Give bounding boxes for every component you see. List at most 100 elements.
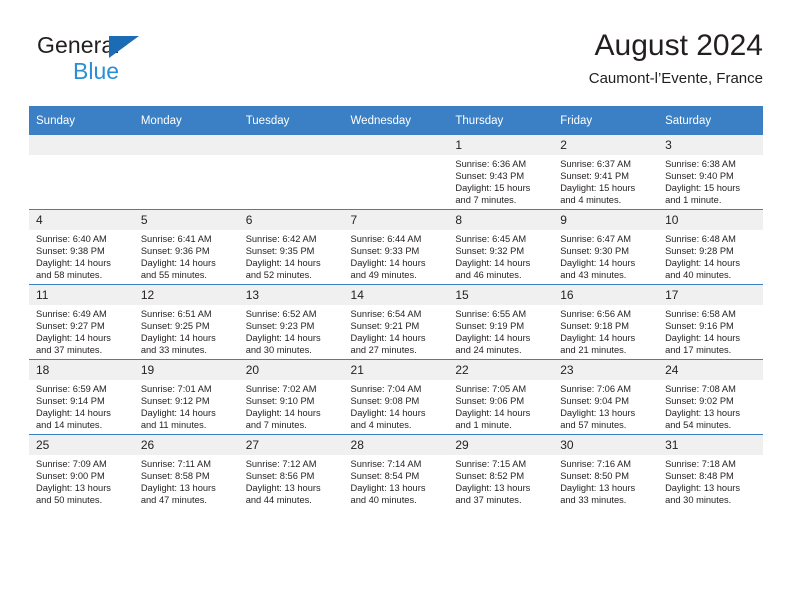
day-number: 20 (238, 360, 344, 380)
sunset-time: Sunset: 9:08 PM (350, 396, 420, 407)
sunrise-time: Sunrise: 6:59 AM (36, 384, 107, 394)
sunrise-time: Sunrise: 6:37 AM (560, 159, 632, 169)
calendar-day-cell[interactable]: 19 Sunrise: 7:01 AM Sunset: 9:12 PM Dayligh… (133, 359, 239, 435)
day-number: 15 (448, 285, 554, 305)
day-number (343, 135, 449, 155)
day-sun-info: Sunrise: 6:37 AM Sunset: 9:41 PM Daylight:… (553, 155, 658, 206)
daylight-minutes: and 4 minutes. (350, 420, 412, 431)
daylight-hours: Daylight: 14 hours (560, 333, 636, 344)
calendar-day-cell[interactable]: 13 Sunrise: 6:52 AM Sunset: 9:23 PM Dayligh… (238, 284, 344, 360)
calendar-day-cell[interactable]: 28 Sunrise: 7:14 AM Sunset: 8:54 PM Dayligh… (343, 434, 449, 509)
calendar-day-cell-empty (343, 135, 449, 210)
daylight-hours: Daylight: 14 hours (140, 408, 216, 419)
daylight-minutes: and 1 minute. (455, 420, 512, 431)
day-sun-info: Sunrise: 7:14 AM Sunset: 8:54 PM Daylight:… (344, 455, 449, 506)
daylight-hours: Daylight: 15 hours (665, 183, 740, 194)
daylight-minutes: and 54 minutes. (665, 420, 732, 431)
calendar-day-cell[interactable]: 31 Sunrise: 7:18 AM Sunset: 8:48 PM Dayligh… (658, 434, 763, 509)
daylight-minutes: and 37 minutes. (455, 495, 522, 506)
weekday-header-sunday: Sunday (29, 106, 134, 135)
calendar-day-cell-empty (29, 135, 134, 210)
daylight-minutes: and 57 minutes. (560, 420, 627, 431)
calendar-day-cell[interactable]: 9 Sunrise: 6:47 AM Sunset: 9:30 PM Daylight… (553, 209, 659, 285)
calendar-day-cell[interactable]: 16 Sunrise: 6:56 AM Sunset: 9:18 PM Dayligh… (553, 284, 659, 360)
sunset-time: Sunset: 9:40 PM (665, 171, 734, 182)
daylight-hours: Daylight: 15 hours (560, 183, 636, 194)
day-sun-info: Sunrise: 6:40 AM Sunset: 9:38 PM Daylight:… (29, 230, 134, 281)
daylight-minutes: and 17 minutes. (665, 345, 732, 356)
daylight-hours: Daylight: 14 hours (560, 258, 636, 269)
day-number: 8 (448, 210, 554, 230)
daylight-hours: Daylight: 14 hours (350, 408, 426, 419)
calendar-day-cell[interactable]: 10 Sunrise: 6:48 AM Sunset: 9:28 PM Dayligh… (658, 209, 763, 285)
day-number: 12 (133, 285, 239, 305)
sunset-time: Sunset: 8:54 PM (350, 471, 420, 482)
calendar-day-cell[interactable]: 29 Sunrise: 7:15 AM Sunset: 8:52 PM Dayligh… (448, 434, 554, 509)
day-sun-info: Sunrise: 6:44 AM Sunset: 9:33 PM Daylight:… (344, 230, 449, 281)
calendar-day-cell[interactable]: 5 Sunrise: 6:41 AM Sunset: 9:36 PM Daylight… (133, 209, 239, 285)
calendar-day-cell[interactable]: 7 Sunrise: 6:44 AM Sunset: 9:33 PM Daylight… (343, 209, 449, 285)
sunrise-time: Sunrise: 6:41 AM (140, 234, 212, 244)
sunset-time: Sunset: 8:56 PM (245, 471, 315, 482)
day-number: 2 (553, 135, 659, 155)
calendar-day-cell[interactable]: 2 Sunrise: 6:37 AM Sunset: 9:41 PM Daylight… (553, 135, 659, 210)
daylight-minutes: and 21 minutes. (560, 345, 627, 356)
calendar-day-cell[interactable]: 6 Sunrise: 6:42 AM Sunset: 9:35 PM Daylight… (238, 209, 344, 285)
day-sun-info: Sunrise: 6:52 AM Sunset: 9:23 PM Daylight:… (239, 305, 344, 356)
calendar-day-cell[interactable]: 27 Sunrise: 7:12 AM Sunset: 8:56 PM Dayligh… (238, 434, 344, 509)
brand-name-blue: Blue (73, 58, 120, 84)
daylight-minutes: and 40 minutes. (350, 495, 417, 506)
calendar-day-cell[interactable]: 4 Sunrise: 6:40 AM Sunset: 9:38 PM Daylight… (29, 209, 134, 285)
daylight-minutes: and 58 minutes. (36, 270, 103, 281)
calendar-day-cell[interactable]: 30 Sunrise: 7:16 AM Sunset: 8:50 PM Dayligh… (553, 434, 659, 509)
daylight-hours: Daylight: 14 hours (455, 258, 531, 269)
brand-logo[interactable]: General Blue (37, 32, 237, 94)
calendar-day-cell[interactable]: 1 Sunrise: 6:36 AM Sunset: 9:43 PM Daylight… (448, 135, 554, 210)
day-sun-info: Sunrise: 6:48 AM Sunset: 9:28 PM Daylight:… (658, 230, 763, 281)
calendar-day-cell[interactable]: 15 Sunrise: 6:55 AM Sunset: 9:19 PM Dayligh… (448, 284, 554, 360)
daylight-minutes: and 37 minutes. (36, 345, 103, 356)
sunrise-time: Sunrise: 6:49 AM (36, 309, 107, 319)
sunset-time: Sunset: 9:06 PM (455, 396, 525, 407)
sunset-time: Sunset: 9:16 PM (665, 321, 734, 332)
daylight-hours: Daylight: 14 hours (36, 408, 111, 419)
calendar-day-cell[interactable]: 8 Sunrise: 6:45 AM Sunset: 9:32 PM Daylight… (448, 209, 554, 285)
calendar-day-cell[interactable]: 25 Sunrise: 7:09 AM Sunset: 9:00 PM Dayligh… (29, 434, 134, 509)
calendar-day-cell[interactable]: 3 Sunrise: 6:38 AM Sunset: 9:40 PM Daylight… (658, 135, 763, 210)
sunset-time: Sunset: 9:36 PM (140, 246, 210, 257)
daylight-hours: Daylight: 14 hours (245, 258, 321, 269)
calendar-day-cell[interactable]: 18 Sunrise: 6:59 AM Sunset: 9:14 PM Dayligh… (29, 359, 134, 435)
calendar-day-cell[interactable]: 12 Sunrise: 6:51 AM Sunset: 9:25 PM Dayligh… (133, 284, 239, 360)
day-number: 22 (448, 360, 554, 380)
day-number: 17 (658, 285, 763, 305)
day-number: 29 (448, 435, 554, 455)
calendar-day-cell[interactable]: 14 Sunrise: 6:54 AM Sunset: 9:21 PM Dayligh… (343, 284, 449, 360)
daylight-hours: Daylight: 14 hours (455, 408, 531, 419)
day-sun-info: Sunrise: 7:18 AM Sunset: 8:48 PM Daylight:… (658, 455, 763, 506)
daylight-minutes: and 4 minutes. (560, 195, 622, 206)
day-number: 28 (343, 435, 449, 455)
calendar-day-cell[interactable]: 17 Sunrise: 6:58 AM Sunset: 9:16 PM Dayligh… (658, 284, 763, 360)
day-number: 30 (553, 435, 659, 455)
sunset-time: Sunset: 8:52 PM (455, 471, 525, 482)
calendar-day-cell[interactable]: 21 Sunrise: 7:04 AM Sunset: 9:08 PM Dayligh… (343, 359, 449, 435)
calendar-day-cell[interactable]: 20 Sunrise: 7:02 AM Sunset: 9:10 PM Dayligh… (238, 359, 344, 435)
sunrise-time: Sunrise: 7:01 AM (140, 384, 212, 394)
sunset-time: Sunset: 8:50 PM (560, 471, 629, 482)
calendar-day-cell[interactable]: 26 Sunrise: 7:11 AM Sunset: 8:58 PM Dayligh… (133, 434, 239, 509)
sunset-time: Sunset: 9:25 PM (140, 321, 210, 332)
brand-name-general: General (37, 32, 120, 58)
calendar-day-cell[interactable]: 24 Sunrise: 7:08 AM Sunset: 9:02 PM Dayligh… (658, 359, 763, 435)
calendar-day-cell[interactable]: 11 Sunrise: 6:49 AM Sunset: 9:27 PM Dayligh… (29, 284, 134, 360)
calendar-day-cell[interactable]: 22 Sunrise: 7:05 AM Sunset: 9:06 PM Dayligh… (448, 359, 554, 435)
day-sun-info: Sunrise: 6:51 AM Sunset: 9:25 PM Daylight:… (134, 305, 239, 356)
daylight-minutes: and 7 minutes. (455, 195, 517, 206)
day-number: 10 (658, 210, 763, 230)
day-number: 5 (133, 210, 239, 230)
sunset-time: Sunset: 9:23 PM (245, 321, 315, 332)
daylight-minutes: and 11 minutes. (140, 420, 207, 431)
day-sun-info: Sunrise: 7:11 AM Sunset: 8:58 PM Daylight:… (134, 455, 239, 506)
calendar-day-cell[interactable]: 23 Sunrise: 7:06 AM Sunset: 9:04 PM Dayligh… (553, 359, 659, 435)
day-sun-info: Sunrise: 6:55 AM Sunset: 9:19 PM Daylight:… (448, 305, 553, 356)
sunset-time: Sunset: 9:41 PM (560, 171, 629, 182)
